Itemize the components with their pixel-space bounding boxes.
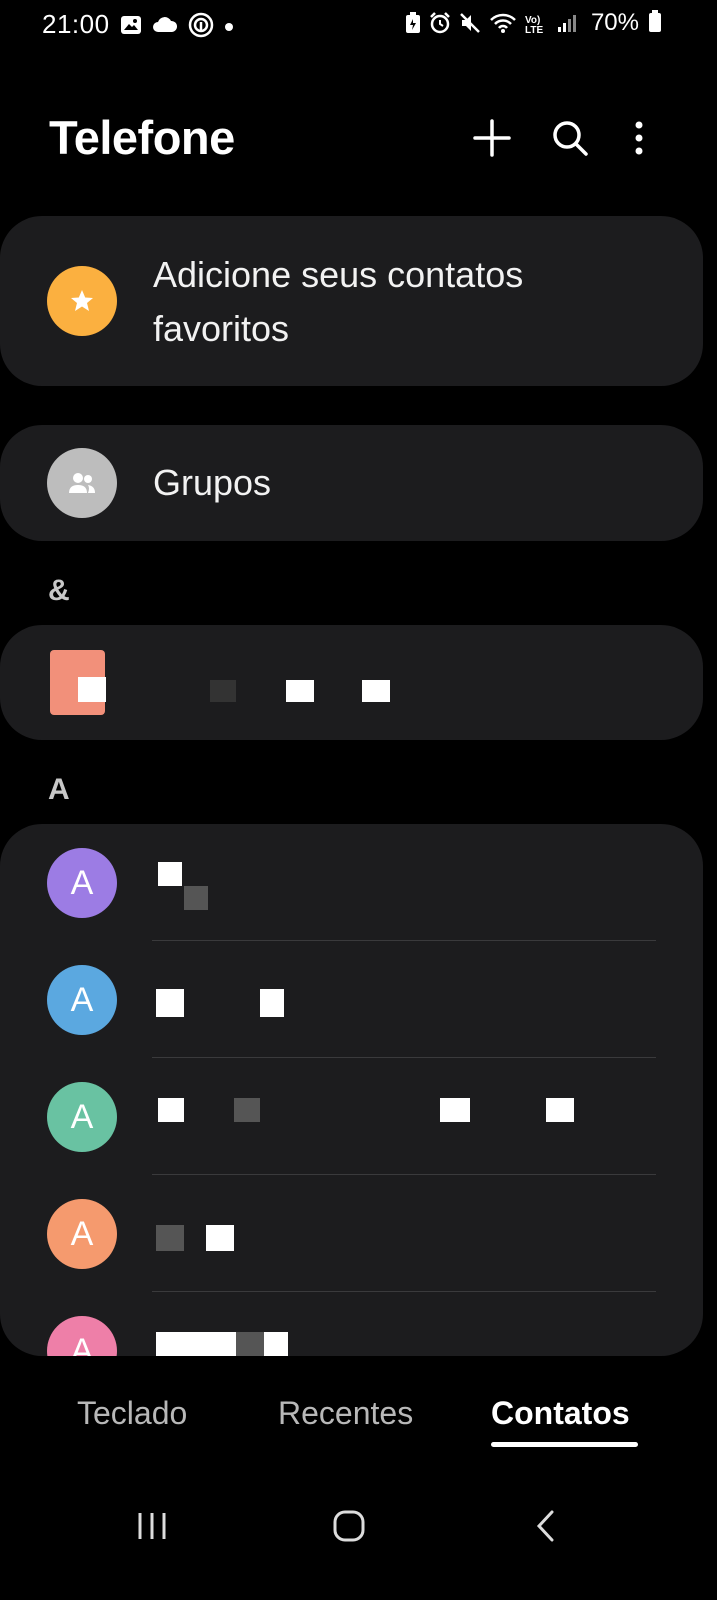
favorites-avatar	[47, 266, 117, 336]
active-tab-indicator	[491, 1442, 638, 1447]
battery-icon	[649, 10, 661, 32]
add-contact-button[interactable]	[470, 116, 514, 160]
contact-row[interactable]: A	[0, 824, 703, 941]
system-nav-bar	[0, 1480, 717, 1570]
alarm-icon	[429, 12, 451, 39]
contact-avatar: A	[47, 1316, 117, 1356]
tab-contatos[interactable]: Contatos	[491, 1395, 630, 1432]
contact-row[interactable]	[0, 625, 703, 740]
star-icon	[47, 266, 117, 336]
contact-avatar: A	[47, 965, 117, 1035]
signal-icon	[557, 13, 577, 38]
people-icon	[47, 448, 117, 518]
cloud-icon	[152, 16, 178, 39]
contact-avatar: A	[47, 1199, 117, 1269]
search-button[interactable]	[548, 116, 592, 160]
groups-avatar	[47, 448, 117, 518]
mute-icon	[459, 12, 481, 39]
gallery-icon	[120, 15, 142, 40]
contact-row[interactable]: A	[0, 1292, 703, 1356]
add-icon	[473, 119, 511, 157]
contact-row[interactable]: A	[0, 941, 703, 1058]
recents-nav-icon	[138, 1513, 166, 1539]
dot-icon	[224, 19, 234, 37]
status-time: 21:00	[42, 9, 110, 39]
favorites-card[interactable]: Adicione seus contatos favoritos	[0, 216, 703, 386]
search-icon	[553, 121, 588, 156]
more-icon	[635, 121, 643, 155]
contact-row[interactable]: A	[0, 1175, 703, 1292]
battery-saver-icon	[405, 12, 421, 39]
back-nav-button[interactable]	[516, 1502, 576, 1550]
volte-icon: Vo) LTE	[525, 14, 544, 36]
contact-row[interactable]: A	[0, 1058, 703, 1175]
groups-card[interactable]: Grupos	[0, 425, 703, 541]
home-nav-button[interactable]	[319, 1502, 379, 1550]
contact-avatar: A	[47, 848, 117, 918]
more-options-button[interactable]	[617, 116, 661, 160]
section-header-ampersand: &	[48, 574, 70, 607]
tab-recentes[interactable]: Recentes	[278, 1395, 413, 1432]
recents-nav-button[interactable]	[122, 1502, 182, 1550]
fingerprint-icon	[188, 12, 214, 43]
status-bar: 21:00 Vo) LTE 70%	[0, 0, 717, 50]
contacts-list-a: A A A A A	[0, 824, 703, 1356]
section-header-a: A	[48, 773, 70, 806]
contact-avatar: A	[47, 1082, 117, 1152]
back-nav-icon	[536, 1510, 554, 1542]
wifi-icon	[489, 12, 517, 39]
groups-label: Grupos	[153, 462, 272, 503]
favorites-label: Adicione seus contatos favoritos	[153, 254, 524, 349]
battery-percentage: 70%	[590, 9, 639, 36]
home-nav-icon	[333, 1510, 365, 1542]
page-title: Telefone	[49, 111, 235, 164]
tab-teclado[interactable]: Teclado	[77, 1395, 187, 1432]
